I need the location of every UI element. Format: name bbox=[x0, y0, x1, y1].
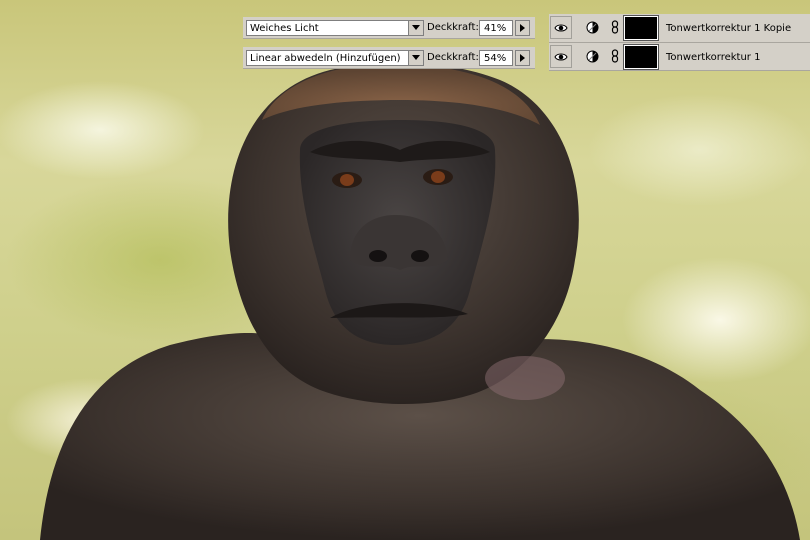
layer-name: Tonwertkorrektur 1 bbox=[666, 52, 761, 63]
blend-row-linear-abwedeln: Linear abwedeln (Hinzufügen) Deckkraft: … bbox=[243, 47, 535, 69]
visibility-toggle[interactable] bbox=[550, 16, 572, 39]
opacity-slider-arrow-icon[interactable] bbox=[515, 50, 530, 66]
layer-row-tonwertkorrektur-1[interactable]: Tonwertkorrektur 1 bbox=[549, 43, 810, 71]
eye-icon bbox=[554, 24, 568, 32]
gorilla-photo bbox=[0, 0, 810, 540]
opacity-label: Deckkraft: bbox=[427, 22, 479, 33]
opacity-input[interactable]: 41% bbox=[479, 20, 513, 36]
visibility-toggle[interactable] bbox=[550, 45, 572, 68]
layer-mask-thumbnail[interactable] bbox=[623, 44, 659, 70]
opacity-slider-arrow-icon[interactable] bbox=[515, 20, 530, 36]
levels-adjustment-icon bbox=[586, 50, 599, 63]
blend-mode-select[interactable]: Linear abwedeln (Hinzufügen) bbox=[246, 50, 424, 66]
opacity-value: 41% bbox=[484, 23, 507, 34]
blend-mode-select[interactable]: Weiches Licht bbox=[246, 20, 424, 36]
chevron-down-icon[interactable] bbox=[408, 51, 423, 65]
blend-mode-value: Linear abwedeln (Hinzufügen) bbox=[250, 53, 401, 64]
chain-link-icon[interactable] bbox=[611, 20, 619, 34]
layer-name: Tonwertkorrektur 1 Kopie bbox=[666, 23, 792, 34]
blend-mode-value: Weiches Licht bbox=[250, 23, 319, 34]
eye-icon bbox=[554, 53, 568, 61]
opacity-label: Deckkraft: bbox=[427, 52, 479, 63]
opacity-input[interactable]: 54% bbox=[479, 50, 513, 66]
gorilla-illustration bbox=[40, 62, 800, 540]
chain-link-icon[interactable] bbox=[611, 49, 619, 63]
layer-row-tonwertkorrektur-1-kopie[interactable]: Tonwertkorrektur 1 Kopie bbox=[549, 14, 810, 43]
blend-row-weiches-licht: Weiches Licht Deckkraft: 41% bbox=[243, 17, 535, 39]
chevron-down-icon[interactable] bbox=[408, 21, 423, 35]
levels-adjustment-icon bbox=[586, 21, 599, 34]
opacity-value: 54% bbox=[484, 53, 507, 64]
layer-mask-thumbnail[interactable] bbox=[623, 15, 659, 41]
